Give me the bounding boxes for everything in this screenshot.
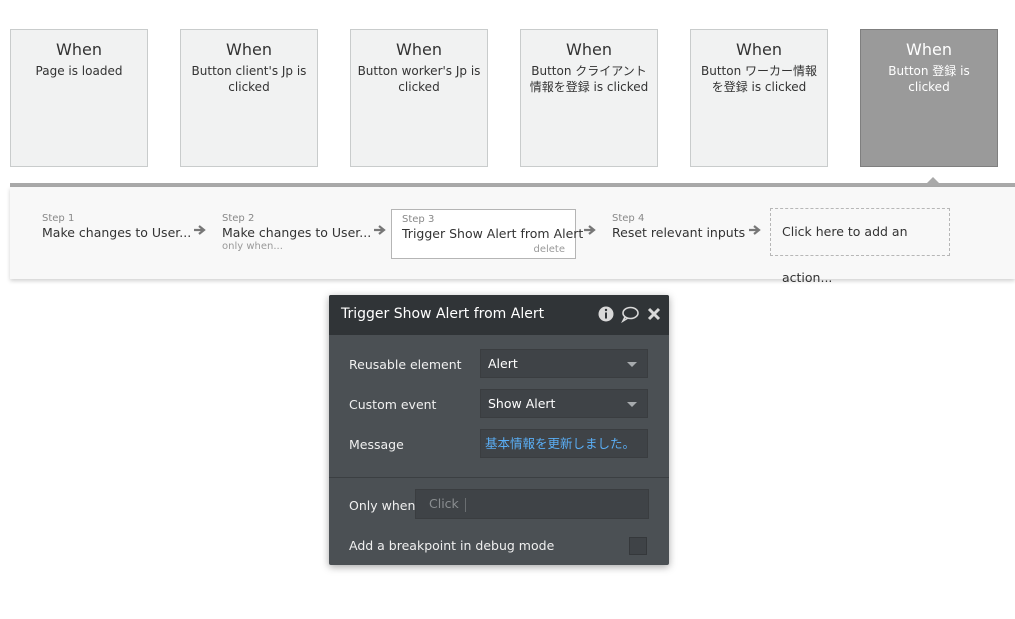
- step-3-active[interactable]: Step 3 Trigger Show Alert from Alert del…: [391, 209, 584, 259]
- arrow-right-icon: [373, 223, 387, 237]
- step-1[interactable]: Step 1 Make changes to User...: [42, 209, 192, 259]
- add-action-button[interactable]: Click here to add an action...: [770, 208, 950, 285]
- custom-event-dropdown[interactable]: Show Alert: [480, 389, 648, 418]
- event-when-label: When: [226, 40, 272, 59]
- only-when-input[interactable]: Click: [415, 489, 649, 519]
- event-when-label: When: [736, 40, 782, 59]
- text-cursor: [464, 497, 466, 512]
- reusable-element-value: Alert: [488, 356, 518, 371]
- reusable-element-label: Reusable element: [349, 357, 462, 372]
- arrow-right-icon: [748, 223, 762, 237]
- only-when-label: Only when: [349, 498, 416, 513]
- step-number: Step 3: [402, 214, 435, 225]
- event-description: Button クライアント情報を登録 is clicked: [529, 64, 649, 94]
- event-when-label: When: [906, 40, 952, 59]
- breakpoint-checkbox[interactable]: [629, 537, 647, 555]
- message-input[interactable]: 基本情報を更新しました。: [480, 429, 648, 458]
- custom-event-value: Show Alert: [488, 396, 556, 411]
- editor-header-icons: [597, 305, 663, 324]
- event-description: Page is loaded: [35, 64, 123, 78]
- only-when-placeholder: Click: [429, 496, 459, 511]
- step-title: Make changes to User...: [42, 225, 192, 240]
- breakpoint-label: Add a breakpoint in debug mode: [349, 538, 555, 553]
- step-4[interactable]: Step 4 Reset relevant inputs: [612, 209, 752, 259]
- comment-icon[interactable]: [621, 305, 639, 324]
- editor-body: Reusable element Alert Custom event Show…: [329, 335, 669, 565]
- step-number: Step 4: [612, 213, 645, 224]
- editor-divider: [329, 477, 669, 478]
- step-condition: only when...: [222, 241, 283, 252]
- selected-event-pointer: [926, 177, 940, 184]
- reusable-element-dropdown[interactable]: Alert: [480, 349, 648, 378]
- step-2[interactable]: Step 2 Make changes to User... only when…: [222, 209, 372, 259]
- event-card-register-selected[interactable]: When Button 登録 is clicked: [860, 29, 998, 167]
- event-when-label: When: [396, 40, 442, 59]
- custom-event-label: Custom event: [349, 397, 437, 412]
- action-property-editor: Trigger Show Alert from Alert Reusable e…: [329, 295, 669, 565]
- chevron-down-icon: [627, 362, 637, 367]
- delete-step-link[interactable]: delete: [533, 244, 565, 255]
- close-icon[interactable]: [645, 305, 663, 323]
- event-description: Button 登録 is clicked: [888, 64, 970, 94]
- event-card-client-register[interactable]: When Button クライアント情報を登録 is clicked: [520, 29, 658, 167]
- event-card-client-jp[interactable]: When Button client's Jp is clicked: [180, 29, 318, 167]
- chevron-down-icon: [627, 402, 637, 407]
- workflow-editor: When Page is loaded When Button client's…: [0, 0, 1015, 619]
- step-title: Make changes to User...: [222, 225, 372, 240]
- event-card-worker-jp[interactable]: When Button worker's Jp is clicked: [350, 29, 488, 167]
- event-description: Button client's Jp is clicked: [191, 64, 307, 94]
- info-icon[interactable]: [597, 305, 615, 323]
- arrow-right-icon: [193, 223, 207, 237]
- event-description: Button worker's Jp is clicked: [357, 64, 481, 94]
- editor-title: Trigger Show Alert from Alert: [341, 306, 545, 322]
- message-label: Message: [349, 437, 404, 452]
- arrow-right-icon: [583, 223, 597, 237]
- step-number: Step 2: [222, 213, 255, 224]
- step-title: Reset relevant inputs: [612, 225, 746, 240]
- event-description: Button ワーカー情報を登録 is clicked: [700, 64, 817, 94]
- editor-header: Trigger Show Alert from Alert: [329, 295, 669, 335]
- step-number: Step 1: [42, 213, 75, 224]
- event-when-label: When: [566, 40, 612, 59]
- step-title: Trigger Show Alert from Alert: [402, 226, 584, 241]
- steps-panel: Step 1 Make changes to User... Step 2 Ma…: [10, 187, 1015, 285]
- event-card-worker-register[interactable]: When Button ワーカー情報を登録 is clicked: [690, 29, 828, 167]
- event-card-page-loaded[interactable]: When Page is loaded: [10, 29, 148, 167]
- event-when-label: When: [56, 40, 102, 59]
